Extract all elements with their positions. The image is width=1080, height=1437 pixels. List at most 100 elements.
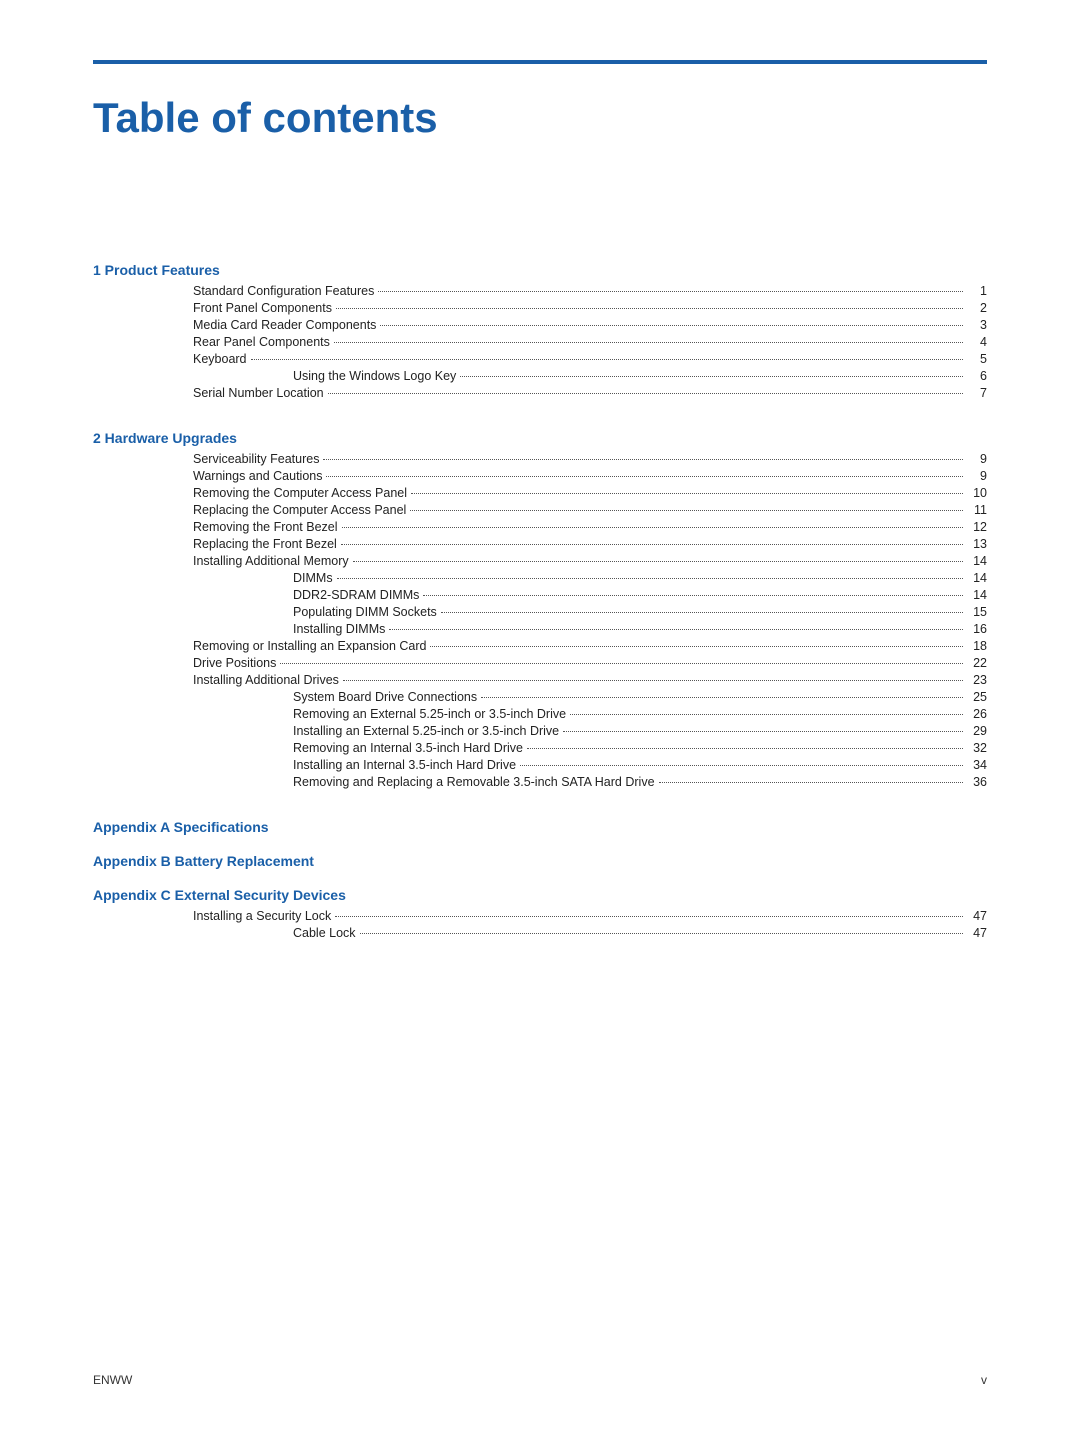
- dots-e12: [342, 527, 963, 528]
- page-num-e17: 15: [967, 605, 987, 619]
- entry-title-e8: Serviceability Features: [193, 452, 319, 466]
- appendix-b-heading: Appendix B Battery Replacement: [93, 853, 987, 869]
- toc-entry-e2: Front Panel Components 2: [93, 301, 987, 315]
- entry-title-e21: Installing Additional Drives: [193, 673, 339, 687]
- page-num-e19: 18: [967, 639, 987, 653]
- entry-title-e1: Standard Configuration Features: [193, 284, 374, 298]
- dots-e8: [323, 459, 963, 460]
- section-1: 1 Product Features Standard Configuratio…: [93, 262, 987, 400]
- page-num-e12: 12: [967, 520, 987, 534]
- dots-e6: [460, 376, 963, 377]
- toc-entry-e9: Warnings and Cautions 9: [93, 469, 987, 483]
- dots-e1: [378, 291, 963, 292]
- appendix-c-heading: Appendix C External Security Devices: [93, 887, 987, 903]
- toc-entry-e13: Replacing the Front Bezel13: [93, 537, 987, 551]
- dots-e14: [353, 561, 963, 562]
- toc-entry-e27: Removing and Replacing a Removable 3.5-i…: [93, 775, 987, 789]
- entry-title-ac1: Installing a Security Lock: [193, 909, 331, 923]
- entry-title-e2: Front Panel Components: [193, 301, 332, 315]
- page-num-ac1: 47: [967, 909, 987, 923]
- dots-e27: [659, 782, 963, 783]
- entry-title-e26: Installing an Internal 3.5-inch Hard Dri…: [293, 758, 516, 772]
- page-num-e11: 11: [967, 503, 987, 517]
- dots-e10: [411, 493, 963, 494]
- entry-title-e12: Removing the Front Bezel: [193, 520, 338, 534]
- toc-entry-e5: Keyboard5: [93, 352, 987, 366]
- toc-entry-e15: DIMMs 14: [93, 571, 987, 585]
- top-border: [93, 60, 987, 64]
- entry-title-e25: Removing an Internal 3.5-inch Hard Drive: [293, 741, 523, 755]
- toc-entry-e14: Installing Additional Memory14: [93, 554, 987, 568]
- page-num-e21: 23: [967, 673, 987, 687]
- appendix-a: Appendix A Specifications: [93, 819, 987, 835]
- entry-title-e18: Installing DIMMs: [293, 622, 385, 636]
- page-num-e4: 4: [967, 335, 987, 349]
- page-num-e15: 14: [967, 571, 987, 585]
- page-num-e9: 9: [967, 469, 987, 483]
- entry-title-e24: Installing an External 5.25-inch or 3.5-…: [293, 724, 559, 738]
- toc-entry-e8: Serviceability Features 9: [93, 452, 987, 466]
- section-2-entries: Serviceability Features9Warnings and Cau…: [93, 452, 987, 789]
- section-2-heading: 2 Hardware Upgrades: [93, 430, 987, 446]
- section-1-entries: Standard Configuration Features 1 Front Pa…: [93, 284, 987, 400]
- toc-entry-e10: Removing the Computer Access Panel 10: [93, 486, 987, 500]
- toc-entry-e16: DDR2-SDRAM DIMMs14: [93, 588, 987, 602]
- toc-entry-e1: Standard Configuration Features 1: [93, 284, 987, 298]
- appendix-c-entries: Installing a Security Lock47Cable Lock47: [93, 909, 987, 940]
- entry-title-e7: Serial Number Location: [193, 386, 324, 400]
- entry-title-e17: Populating DIMM Sockets: [293, 605, 437, 619]
- toc-entry-e17: Populating DIMM Sockets 15: [93, 605, 987, 619]
- toc-entry-e11: Replacing the Computer Access Panel11: [93, 503, 987, 517]
- page-num-e23: 26: [967, 707, 987, 721]
- entry-title-e22: System Board Drive Connections: [293, 690, 477, 704]
- page-num-e6: 6: [967, 369, 987, 383]
- toc-entry-e24: Installing an External 5.25-inch or 3.5-…: [93, 724, 987, 738]
- toc-entry-e12: Removing the Front Bezel 12: [93, 520, 987, 534]
- page: Table of contents 1 Product Features Sta…: [0, 0, 1080, 1437]
- dots-e2: [336, 308, 963, 309]
- dots-ac2: [360, 933, 963, 934]
- footer-left: ENWW: [93, 1373, 132, 1387]
- toc-entry-e23: Removing an External 5.25-inch or 3.5-in…: [93, 707, 987, 721]
- toc-entry-e3: Media Card Reader Components3: [93, 318, 987, 332]
- dots-e15: [337, 578, 963, 579]
- toc-entry-e21: Installing Additional Drives 23: [93, 673, 987, 687]
- entry-title-e15: DIMMs: [293, 571, 333, 585]
- dots-e23: [570, 714, 963, 715]
- dots-ac1: [335, 916, 963, 917]
- toc-entry-e20: Drive Positions22: [93, 656, 987, 670]
- dots-e25: [527, 748, 963, 749]
- page-num-e5: 5: [967, 352, 987, 366]
- page-num-e10: 10: [967, 486, 987, 500]
- toc-entry-e22: System Board Drive Connections 25: [93, 690, 987, 704]
- entry-title-e4: Rear Panel Components: [193, 335, 330, 349]
- dots-e22: [481, 697, 963, 698]
- page-num-ac2: 47: [967, 926, 987, 940]
- page-num-e1: 1: [967, 284, 987, 298]
- dots-e18: [389, 629, 963, 630]
- page-title: Table of contents: [93, 94, 987, 142]
- toc-entry-e7: Serial Number Location7: [93, 386, 987, 400]
- toc-entry-e18: Installing DIMMs 16: [93, 622, 987, 636]
- page-num-e13: 13: [967, 537, 987, 551]
- page-num-e22: 25: [967, 690, 987, 704]
- entry-title-e10: Removing the Computer Access Panel: [193, 486, 407, 500]
- dots-e13: [341, 544, 963, 545]
- appendix-b: Appendix B Battery Replacement: [93, 853, 987, 869]
- page-num-e18: 16: [967, 622, 987, 636]
- entry-title-e20: Drive Positions: [193, 656, 276, 670]
- page-num-e16: 14: [967, 588, 987, 602]
- dots-e16: [423, 595, 963, 596]
- toc-entry-e6: Using the Windows Logo Key6: [93, 369, 987, 383]
- entry-title-e27: Removing and Replacing a Removable 3.5-i…: [293, 775, 655, 789]
- footer: ENWW v: [93, 1373, 987, 1387]
- dots-e4: [334, 342, 963, 343]
- page-num-e2: 2: [967, 301, 987, 315]
- toc-entry-e4: Rear Panel Components 4: [93, 335, 987, 349]
- page-num-e8: 9: [967, 452, 987, 466]
- footer-right: v: [981, 1373, 987, 1387]
- entry-title-e9: Warnings and Cautions: [193, 469, 322, 483]
- entry-title-e19: Removing or Installing an Expansion Card: [193, 639, 426, 653]
- dots-e11: [410, 510, 963, 511]
- entry-title-e3: Media Card Reader Components: [193, 318, 376, 332]
